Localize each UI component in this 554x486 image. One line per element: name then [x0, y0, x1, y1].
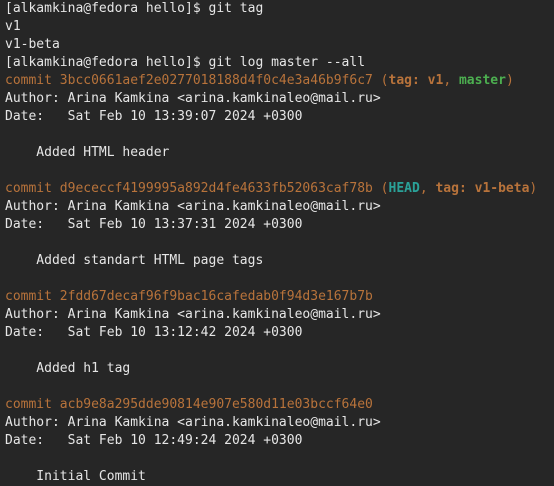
commit-hash-line: commit 3bcc0661aef2e0277018188d4f0c4e3a4…: [5, 72, 554, 90]
commit-hash: commit 3bcc0661aef2e0277018188d4f0c4e3a4…: [5, 73, 373, 88]
ref-label: tag: v1-beta: [435, 181, 530, 196]
commit-date-line: Date: Sat Feb 10 13:39:07 2024 +0300: [5, 109, 303, 124]
prompt-line-git-tag: [alkamkina@fedora hello]$ git tag: [5, 0, 554, 18]
ref-label: tag: v1: [388, 73, 444, 88]
commit-message-line: Initial Commit: [5, 469, 146, 484]
commit-hash-line: commit acb9e8a295dde90814e907e580d11e03b…: [5, 396, 554, 414]
shell-prompt: [alkamkina@fedora hello]$: [5, 55, 209, 70]
ref-label: HEAD: [388, 181, 420, 196]
ref-paren: ): [505, 73, 514, 88]
terminal-window[interactable]: [alkamkina@fedora hello]$ git tag v1 v1-…: [0, 0, 554, 486]
commit-hash: commit d9ececcf4199995a892d4fe4633fb5206…: [5, 181, 373, 196]
commit-hash-line: commit d9ececcf4199995a892d4fe4633fb5206…: [5, 180, 554, 198]
prompt-line-git-log: [alkamkina@fedora hello]$ git log master…: [5, 54, 554, 72]
commit-author-line: Author: Arina Kamkina <arina.kamkinaleo@…: [5, 415, 381, 430]
ref-label: master: [458, 73, 506, 88]
ref-paren: ): [529, 181, 538, 196]
commit-date-line: Date: Sat Feb 10 13:37:31 2024 +0300: [5, 217, 303, 232]
ref-separator: ,: [443, 73, 459, 88]
shell-prompt: [alkamkina@fedora hello]$: [5, 1, 209, 16]
tag-output-line: v1: [5, 19, 21, 34]
commit-author-line: Author: Arina Kamkina <arina.kamkinaleo@…: [5, 91, 381, 106]
commit-hash: commit 2fdd67decaf96f9bac16cafedab0f94d3…: [5, 289, 373, 304]
commit-message-line: Added standart HTML page tags: [5, 253, 264, 268]
commit-author-line: Author: Arina Kamkina <arina.kamkinaleo@…: [5, 307, 381, 322]
ref-paren: (: [372, 181, 389, 196]
commit-date-line: Date: Sat Feb 10 12:49:24 2024 +0300: [5, 433, 303, 448]
commit-message-line: Added HTML header: [5, 145, 170, 160]
git-log-output: commit 3bcc0661aef2e0277018188d4f0c4e3a4…: [5, 72, 554, 486]
command-text: git log master --all: [208, 55, 366, 70]
ref-paren: (: [372, 73, 389, 88]
commit-hash-line: commit 2fdd67decaf96f9bac16cafedab0f94d3…: [5, 288, 554, 306]
commit-date-line: Date: Sat Feb 10 13:12:42 2024 +0300: [5, 325, 303, 340]
commit-hash: commit acb9e8a295dde90814e907e580d11e03b…: [5, 397, 373, 412]
commit-message-line: Added h1 tag: [5, 361, 131, 376]
command-text: git tag: [208, 1, 264, 16]
ref-separator: ,: [419, 181, 436, 196]
tag-output-line: v1-beta: [5, 37, 60, 52]
commit-author-line: Author: Arina Kamkina <arina.kamkinaleo@…: [5, 199, 381, 214]
